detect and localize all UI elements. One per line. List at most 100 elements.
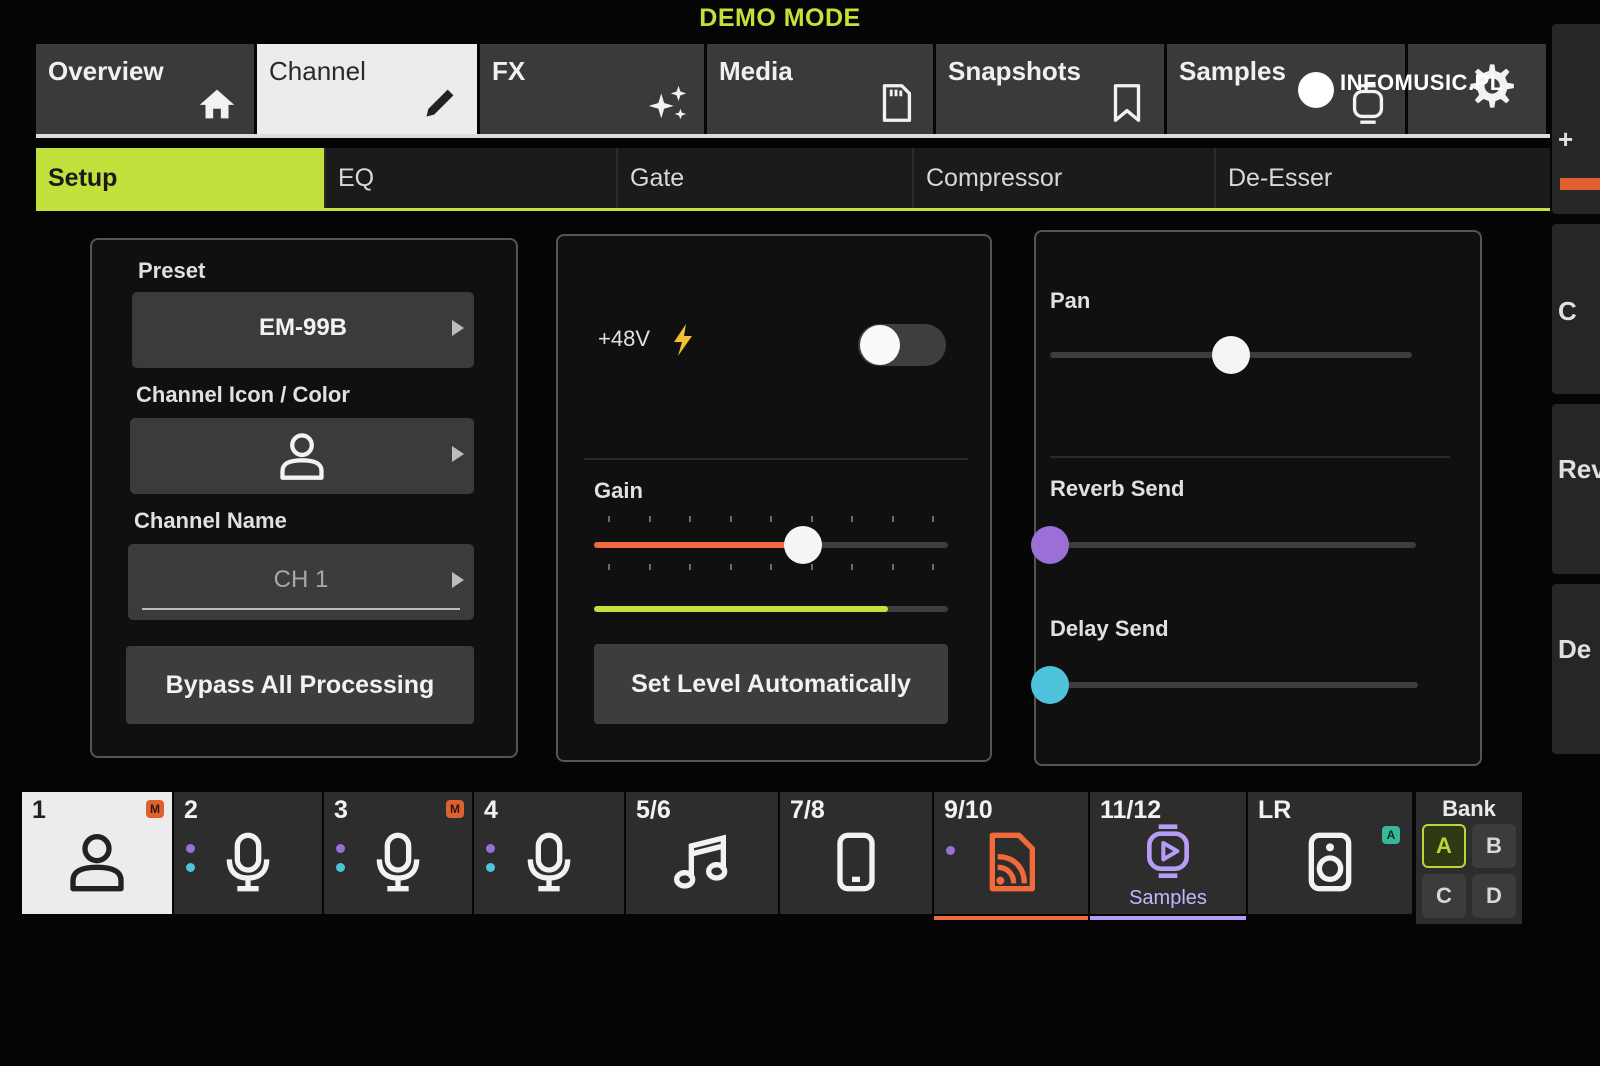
delay-send-label: Delay Send [1050,616,1169,641]
music-note-icon [674,834,728,889]
person-icon [280,433,324,480]
tick-mark [608,564,610,570]
toggle-knob [860,325,900,365]
tick-mark [851,564,853,570]
bank-a-button[interactable]: A [1422,824,1466,868]
side-block[interactable]: De [1552,584,1600,754]
tick-mark [810,564,813,570]
channel-button-9-10[interactable]: 9/10 [934,792,1088,920]
channel-number: 7/8 [790,796,825,824]
bank-b-button[interactable]: B [1472,824,1516,868]
tab-label: Overview [48,56,164,86]
sends-panel: Pan Reverb Send Delay Send [1031,230,1482,766]
tick-mark [729,516,732,522]
home-icon [199,89,235,119]
reverb-send-slider-track[interactable] [1050,542,1416,548]
preset-label: Preset [138,258,206,283]
delay-send-slider-knob[interactable] [1031,666,1069,704]
gain-ticks-top [594,516,944,522]
channel-button-2[interactable]: 2 [174,792,322,914]
set-level-automatically-button[interactable]: Set Level Automatically [594,644,948,724]
subtab-eq[interactable]: EQ [326,148,618,210]
stream-icon [989,832,1035,892]
pan-slider-knob[interactable] [1212,336,1250,374]
subtab-compressor[interactable]: Compressor [914,148,1216,210]
tab-label: FX [492,56,526,86]
channel-number: 1 [32,796,46,824]
subtab-label: Setup [48,164,118,192]
subtab-label: Gate [630,164,685,192]
gain-slider-knob[interactable] [783,526,822,564]
divider [584,458,968,460]
tab-media[interactable]: Media [707,44,933,136]
reverb-send-slider-knob[interactable] [1031,526,1069,564]
bypass-all-processing-button[interactable]: Bypass All Processing [126,646,474,724]
subtab-underline [36,208,1550,211]
pan-label: Pan [1050,288,1091,313]
channel-button-3[interactable]: 3 M [324,792,472,914]
bank-d-button[interactable]: D [1472,874,1516,918]
routing-dots [336,844,346,882]
bank-c-button[interactable]: C [1422,874,1466,918]
delay-send-slider-track[interactable] [1050,682,1418,688]
subtab-gate[interactable]: Gate [618,148,914,210]
tab-label: Snapshots [948,56,1081,86]
tick-mark [932,564,934,570]
tick-mark [810,516,813,522]
channel-icon-selector[interactable] [130,418,474,494]
channel-number: 9/10 [944,796,993,824]
subtab-setup[interactable]: Setup [36,148,326,210]
tab-channel[interactable]: Channel [257,44,477,136]
channel-name-field[interactable]: CH 1 [128,544,474,620]
phantom-power-toggle[interactable] [858,324,946,366]
chevron-right-icon [452,572,464,588]
pencil-icon [426,89,454,117]
tick-mark [648,516,651,522]
tab-fx[interactable]: FX [480,44,704,136]
gain-ticks-bottom [594,564,944,570]
speaker-icon [1308,832,1352,892]
lightning-icon [674,324,692,356]
input-meter-fill [594,606,888,612]
tick-mark [729,564,732,570]
channel-button-1[interactable]: 1 M [22,792,172,914]
channel-number: LR [1258,796,1292,824]
channel-icon-color-label: Channel Icon / Color [136,382,350,407]
subtab-de-esser[interactable]: De-Esser [1216,148,1550,210]
preset-selector[interactable]: EM-99B [132,292,474,368]
channel-number: 5/6 [636,796,671,824]
side-text: + [1558,124,1574,154]
active-underline [934,916,1088,920]
tick-mark [648,564,651,570]
sd-card-icon [882,84,912,122]
side-text: De [1558,634,1592,664]
side-block[interactable]: C [1552,224,1600,394]
tick-mark [689,564,691,570]
mute-badge: M [146,800,164,818]
tick-mark [851,516,853,522]
subtab-label: De-Esser [1228,164,1333,192]
tab-label: Media [719,56,793,86]
channel-button-lr[interactable]: LR A [1248,792,1412,914]
reverb-send-label: Reverb Send [1050,476,1185,501]
tab-snapshots[interactable]: Snapshots [936,44,1164,136]
tab-overview[interactable]: Overview [36,44,254,136]
channel-sub-label: Samples [1129,887,1207,909]
input-panel: +48V Gain Set Level Automatically [556,234,992,762]
tab-label: Channel [269,56,366,86]
channel-button-5-6[interactable]: 5/6 [626,792,778,914]
channel-button-11-12[interactable]: 11/12 Samples [1090,792,1246,920]
side-panel-edge: + C Rev De [1552,24,1600,934]
side-block[interactable]: + [1552,24,1600,214]
input-underline [142,608,460,610]
tick-mark [891,564,894,570]
channel-button-7-8[interactable]: 7/8 [780,792,932,914]
channel-name-label: Channel Name [134,508,287,533]
channel-button-4[interactable]: 4 [474,792,624,914]
routing-dots [486,844,496,882]
mute-badge: M [446,800,464,818]
samples-icon [1147,824,1189,878]
chevron-right-icon [452,446,464,462]
side-block[interactable]: Rev [1552,404,1600,574]
tick-mark [770,516,772,522]
